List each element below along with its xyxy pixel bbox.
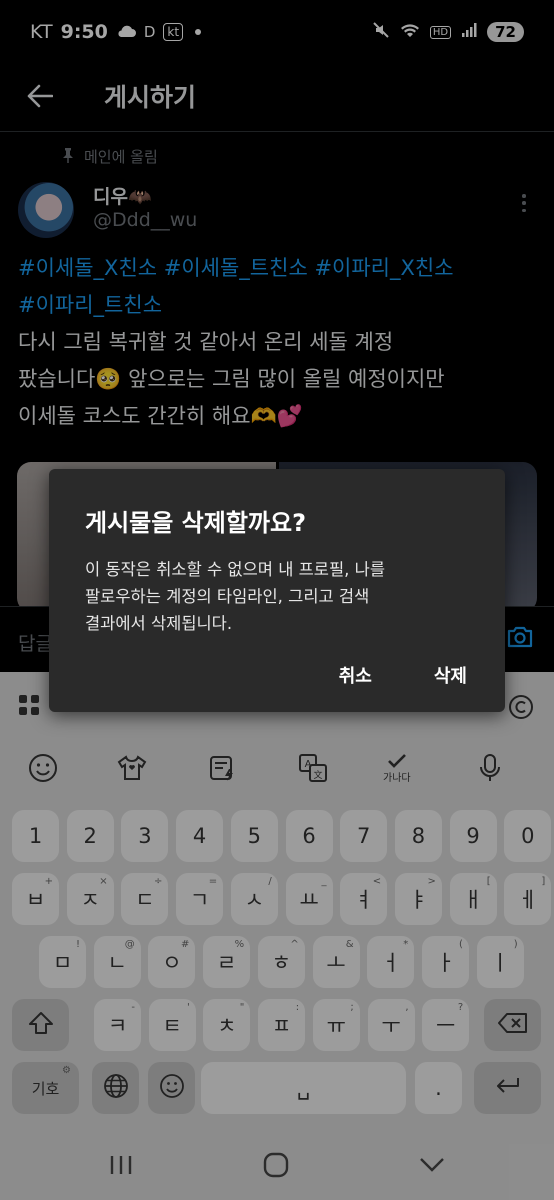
dialog-body: 이 동작은 취소할 수 없으며 내 프로필, 나를 팔로우하는 계정의 타임라인… [85,556,469,637]
delete-button[interactable]: 삭제 [434,662,467,688]
dialog-body-line: 결과에서 삭제됩니다. [85,614,233,633]
dialog-body-line: 이 동작은 취소할 수 없으며 내 프로필, 나를 [85,560,386,579]
dialog-title: 게시물을 삭제할까요? [85,509,306,537]
cancel-button[interactable]: 취소 [339,662,372,688]
dialog-body-line: 팔로우하는 계정의 타임라인, 그리고 검색 [85,587,370,606]
delete-confirm-dialog: 게시물을 삭제할까요? 이 동작은 취소할 수 없으며 내 프로필, 나를 팔로… [49,469,505,712]
